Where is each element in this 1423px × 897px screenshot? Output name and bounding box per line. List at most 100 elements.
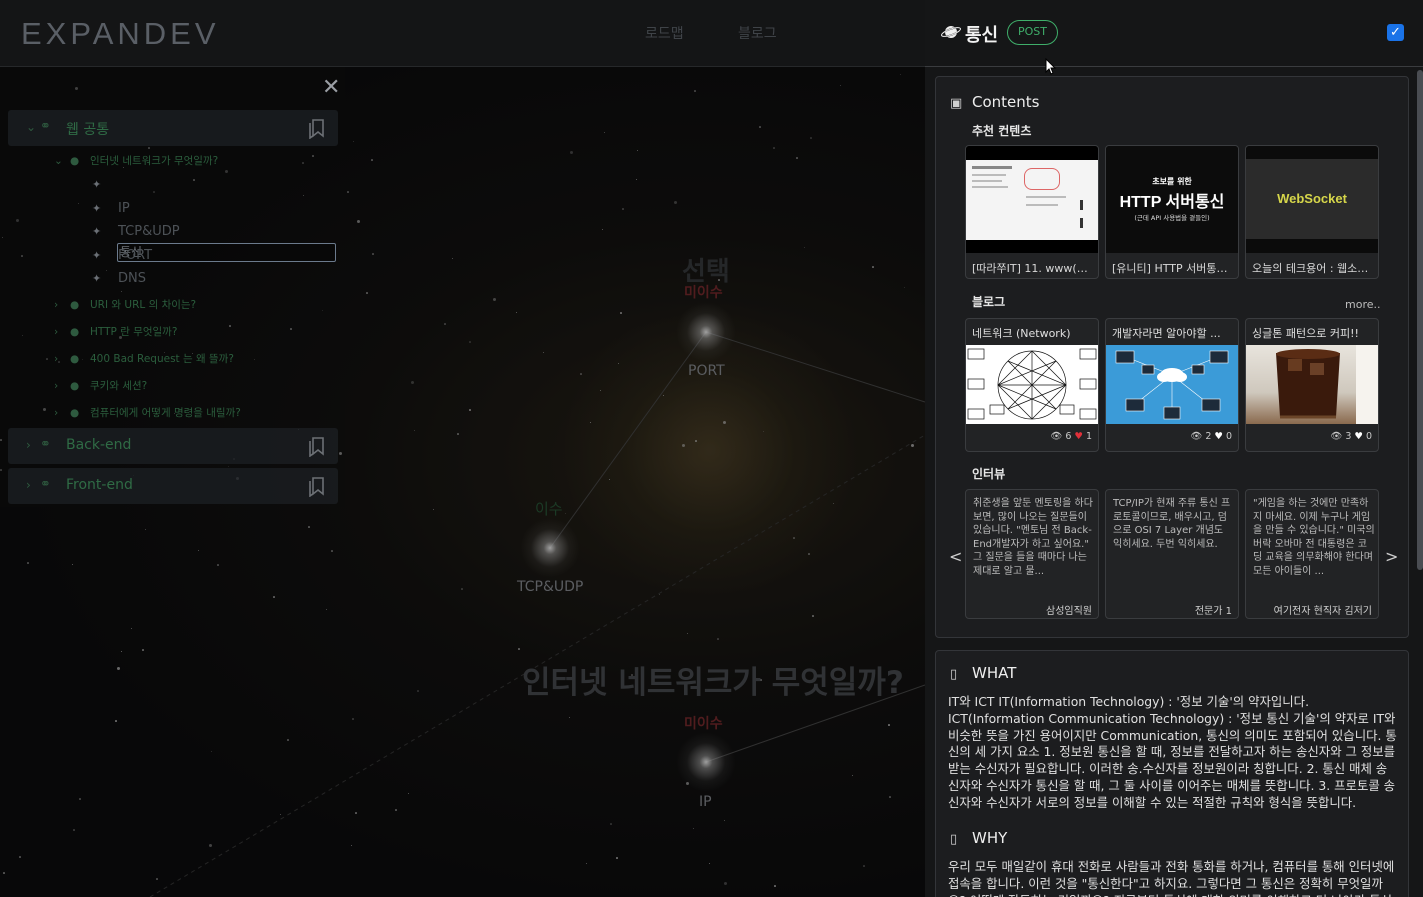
video-card[interactable]: [따라쭈IT] 11. www(웹)... [965,145,1099,279]
interview-author: 삼성임직원 [1046,606,1092,617]
thumb-text-big: WebSocket [1277,191,1347,206]
interview-label: 인터뷰 [972,467,1006,481]
why-title: ▯ WHY [950,829,1007,847]
interview-card[interactable]: TCP/IP가 현재 주류 통신 프로토콜이므로, 배우시고, 덤으로 OSI … [1105,489,1239,619]
planet-icon: ● [70,380,80,392]
chevron-right-icon[interactable]: › [54,326,70,338]
blog-image-network [966,345,1098,424]
planet-item-cookie[interactable]: › ● 쿠키와 세션? [54,378,147,398]
bookmark-icon[interactable] [308,117,326,139]
heart-icon[interactable]: ♥ [1214,431,1223,442]
orbit-icon: ⚭ [40,119,51,134]
scrollbar[interactable] [1417,70,1423,570]
blog-label: 블로그 [972,295,1006,309]
planet-label: HTTP 란 무엇일까? [90,326,178,338]
planet-label: 컴퓨터에게 어떻게 명령을 내릴까? [90,407,241,419]
thumb-text-sub: (근데 API 사용법을 곁들인) [1134,214,1210,222]
blog-card[interactable]: 싱글톤 패턴으로 커피!! 👁 3 ♥ 0 [1245,318,1379,452]
planet-icon: ● [70,299,80,311]
category-label: Back-end [66,437,132,453]
eye-icon: 👁 [1050,431,1063,442]
category-frontend[interactable]: › ⚭ Front-end [8,468,338,504]
chevron-right-icon[interactable]: › [26,438,31,452]
blog-card[interactable]: 네트워크 (Network) 👁 6 ♥ 1 [965,318,1099,452]
contents-title-text: Contents [972,93,1040,111]
logo[interactable]: EXPANDEV [21,16,220,52]
nav-blog[interactable]: 블로그 [738,23,777,43]
eye-icon: 👁 [1190,431,1203,442]
bookmark-icon[interactable] [308,435,326,457]
sparkle-icon: ✦ [92,272,102,285]
chevron-down-icon[interactable]: ⌄ [26,120,36,134]
interview-author: 여기전자 현직자 김저기 [1273,606,1372,617]
close-icon[interactable]: ✕ [322,77,340,99]
heart-icon[interactable]: ♥ [1354,431,1363,442]
curriculum-tree: ✕ ⌄ ⚭ 웹 공통 ⌄ ● 인터넷 네트워크가 무엇일까? ✦ 통신 ✦ IP ✦ T… [0,67,345,507]
like-count: 1 [1085,431,1092,442]
video-card[interactable]: 초보를 위한 HTTP 서버통신 (근데 API 사용법을 곁들인) [유니티]… [1105,145,1239,279]
chevron-right-icon[interactable]: › [54,380,70,392]
view-count: 3 [1345,431,1352,442]
blog-card[interactable]: 개발자라면 알아야할 ... 👁 2 ♥ 0 [1105,318,1239,452]
video-caption: [따라쭈IT] 11. www(웹)... [972,262,1092,275]
chevron-right-icon[interactable]: › [54,299,70,311]
planet-item-400[interactable]: › ● 400 Bad Request 는 왜 뜰까? [54,351,234,371]
planet-item-command[interactable]: › ● 컴퓨터에게 어떻게 명령을 내릴까? [54,405,241,425]
interview-card[interactable]: "게임을 하는 것에만 만족하지 마세요. 이제 누구나 게임을 만들 수 있습… [1245,489,1379,619]
view-count: 6 [1065,431,1072,442]
chevron-right-icon[interactable]: › [26,478,31,492]
contents-icon: ▣ [950,96,963,111]
blog-title: 싱글톤 패턴으로 커피!! [1252,327,1359,340]
carousel-prev-button[interactable]: < [949,547,962,566]
panel-header: 통신 POST ✓ [925,0,1423,75]
interview-text: TCP/IP가 현재 주류 통신 프로토콜이므로, 배우시고, 덤으로 OSI … [1113,498,1231,550]
planet-item-network[interactable]: ⌄ ● 인터넷 네트워크가 무엇일까? [54,153,218,173]
video-thumbnail: WebSocket [1246,146,1378,253]
eye-icon: 👁 [1330,431,1343,442]
thumb-text-big: HTTP 서버통신 [1119,194,1225,211]
sparkle-icon: ✦ [92,249,102,262]
category-backend[interactable]: › ⚭ Back-end [8,428,338,464]
sparkle-icon: ✦ [92,225,102,238]
planet-label: 인터넷 네트워크가 무엇일까? [90,155,219,167]
leaf-item-comm[interactable]: ✦ [92,177,118,197]
interview-text: "게임을 하는 것에만 만족하지 마세요. 이제 누구나 게임을 만들 수 있습… [1253,498,1375,577]
like-count: 0 [1225,431,1232,442]
like-count: 0 [1365,431,1372,442]
leaf-item-tcpudp[interactable]: ✦ TCP&UDP [92,224,180,244]
nav-roadmap[interactable]: 로드맵 [645,23,684,43]
leaf-item-dns[interactable]: ✦ DNS [92,271,146,291]
category-web-common[interactable]: ⌄ ⚭ 웹 공통 [8,110,338,146]
planet-item-http[interactable]: › ● HTTP 란 무엇일까? [54,324,177,344]
chevron-down-icon[interactable]: ⌄ [54,155,70,167]
sparkle-icon: ✦ [92,202,102,215]
why-body: 우리 모두 매일같이 휴대 전화로 사람들과 전화 통화를 하거나, 컴퓨터를 … [948,859,1395,897]
leaf-item-ip[interactable]: ✦ IP [92,201,130,221]
panel-scroll-area[interactable]: ▣ Contents 추천 컨텐츠 [따라쭈IT] 11. www(웹)... … [933,76,1411,897]
post-badge[interactable]: POST [1007,20,1058,45]
thumb-text-small: 초보를 위한 [1152,177,1192,186]
carousel-next-button[interactable]: > [1385,547,1398,566]
chevron-right-icon[interactable]: › [54,407,70,419]
blog-image-coffee [1246,345,1378,424]
leaf-label: PORT [118,248,153,263]
panel-title: 통신 [965,25,999,46]
complete-checkbox[interactable]: ✓ [1387,24,1404,41]
video-caption: 오늘의 테크용어 : 웹소켓... [1252,262,1372,275]
leaf-item-port[interactable]: ✦ PORT [92,248,152,268]
chevron-right-icon[interactable]: › [54,353,70,365]
interview-card[interactable]: 취준생을 앞둔 멘토링을 하다보면, 많이 나오는 질문들이 있습니다. "멘토… [965,489,1099,619]
book-icon: ▯ [950,832,958,847]
sparkle-icon: ✦ [92,178,102,191]
mouse-cursor-icon [1045,58,1057,75]
leaf-label: DNS [118,271,146,286]
heart-icon[interactable]: ♥ [1074,431,1083,442]
app-root: 선택 미이수 PORT 이수 TCP&UDP 미이수 IP 인터넷 네트워크가 … [0,0,1423,897]
video-caption: [유니티] HTTP 서버통신 ... [1112,262,1232,275]
video-card[interactable]: WebSocket 오늘의 테크용어 : 웹소켓... [1245,145,1379,279]
more-link[interactable]: more.. [1345,298,1381,311]
blog-title: 네트워크 (Network) [972,327,1071,340]
planet-item-uri[interactable]: › ● URI 와 URL 의 차이는? [54,297,196,317]
video-thumbnail: 초보를 위한 HTTP 서버통신 (근데 API 사용법을 곁들인) [1106,146,1238,253]
bookmark-icon[interactable] [308,475,326,497]
